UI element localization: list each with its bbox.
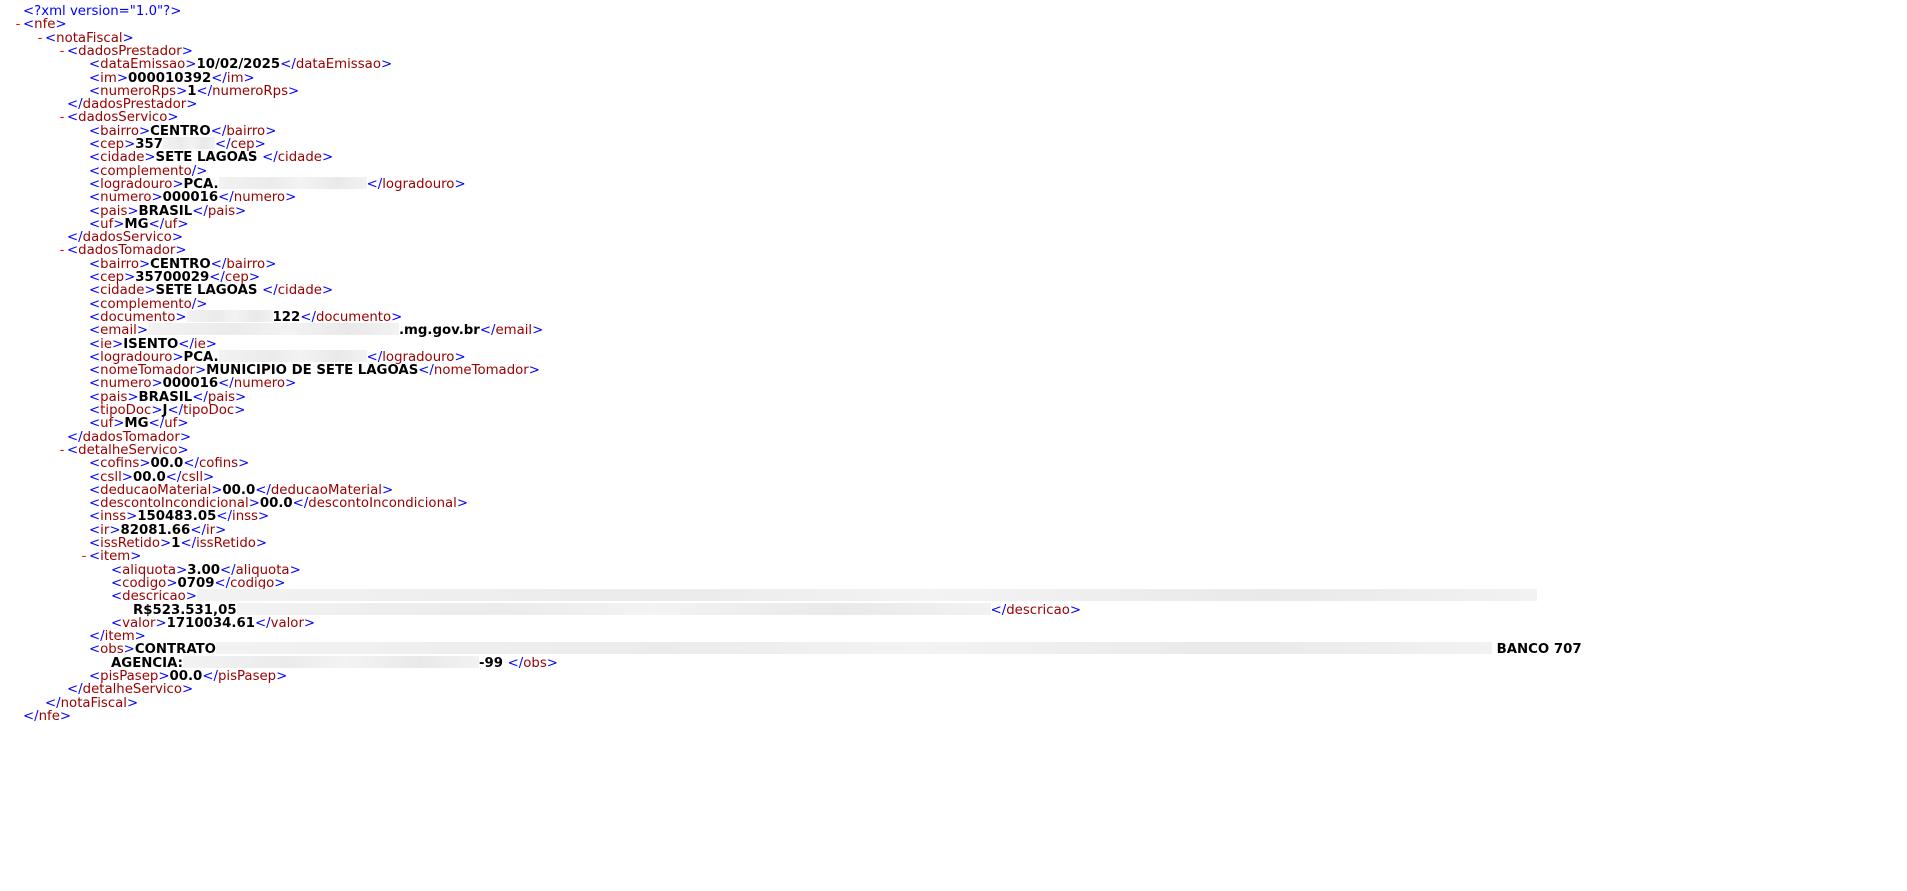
redacted-text-block: [163, 137, 216, 149]
xml-tag-name: nfe: [38, 708, 60, 724]
redacted-text-block: [186, 309, 273, 322]
redacted-text-block: [215, 642, 1492, 655]
redacted-text-block: [218, 176, 367, 189]
redacted-text-block: [196, 589, 1537, 602]
xml-tree-view: <?xml version="1.0"?> - <nfe> - <notaFiscal>…: [0, 0, 1907, 891]
redacted-text-block: [147, 323, 399, 336]
redacted-text-block: [218, 349, 367, 362]
redacted-text-block: [182, 655, 479, 668]
xml-close-nfe: </nfe>: [23, 708, 72, 724]
redacted-text-block: [236, 602, 991, 615]
